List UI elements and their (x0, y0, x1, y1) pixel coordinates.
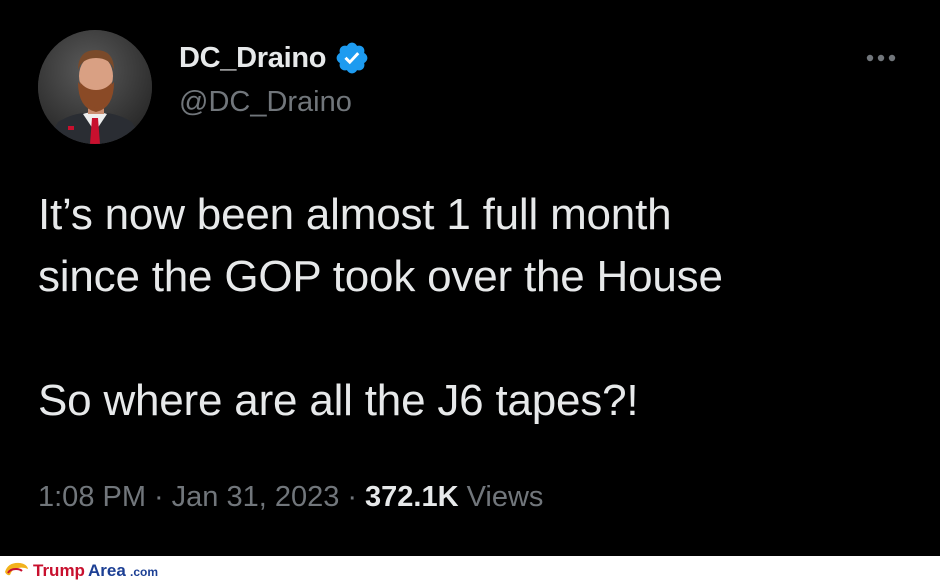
tweet-time[interactable]: 1:08 PM (38, 481, 146, 514)
author-handle[interactable]: @DC_Draino (179, 86, 352, 119)
ellipsis-icon (866, 54, 896, 62)
views-count[interactable]: 372.1K (365, 481, 459, 514)
verified-badge-icon (336, 42, 368, 74)
tweet-date[interactable]: Jan 31, 2023 (172, 481, 340, 514)
tweet-meta: 1:08 PM · Jan 31, 2023 · 372.1K Views (38, 481, 543, 514)
more-options-button[interactable] (860, 46, 904, 70)
author-name-row: DC_Draino (179, 40, 370, 76)
profile-photo-icon (38, 30, 152, 144)
watermark-bar: Trump Area .com (0, 556, 940, 583)
tweet-text: It’s now been almost 1 full month since … (38, 190, 723, 425)
meta-separator: · (154, 481, 164, 513)
meta-separator: · (347, 481, 358, 513)
trumparea-logo-icon: Trump Area .com (5, 561, 158, 580)
author-display-name[interactable]: DC_Draino (179, 42, 326, 75)
tweet-card: DC_Draino @DC_Draino It’s now been almos… (0, 0, 940, 556)
svg-text:Trump: Trump (33, 561, 85, 580)
avatar[interactable] (38, 30, 152, 144)
svg-text:Area: Area (88, 561, 126, 580)
views-label: Views (466, 481, 544, 513)
svg-text:.com: .com (130, 565, 158, 579)
